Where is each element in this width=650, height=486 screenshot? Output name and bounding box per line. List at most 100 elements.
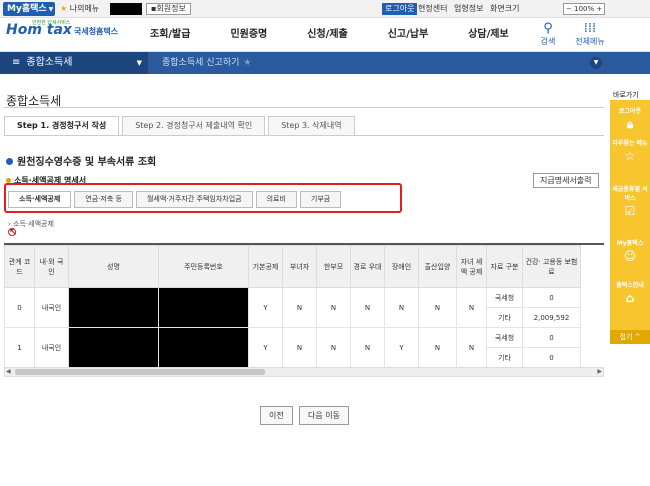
member-info-label: 회원정보 [156, 4, 186, 13]
gnb-item-consult[interactable]: 상담/제보 [468, 18, 508, 52]
section-title: 원천징수영수증 및 부속서류 조회 [6, 153, 156, 168]
table-row[interactable]: 1 내국인 Y N N N Y N N 국세청 0 [4, 327, 581, 368]
cell-elder: N [350, 287, 385, 328]
col-header: 한부모 [316, 245, 351, 288]
search-label: 검색 [540, 37, 556, 46]
gnb-item-inquiry[interactable]: 조회/발급 [150, 18, 190, 52]
table-row[interactable]: 0 내국인 Y N N N N N N 국세청 0 [4, 287, 581, 328]
cell-basic: Y [248, 327, 283, 368]
horizontal-scrollbar[interactable]: ◀ ▶ [4, 367, 604, 377]
user-icon: ☺ [623, 249, 637, 263]
scroll-left-icon[interactable]: ◀ [6, 368, 11, 375]
logo-sub-text: 국세청홈택스 [73, 27, 119, 36]
quick-panel-label: 바로가기 [613, 91, 639, 99]
cell-id-redacted [158, 287, 249, 328]
cell-id-redacted [158, 327, 249, 368]
breadcrumb: 종합소득세 신고하기 ★ [162, 52, 251, 74]
next-button[interactable]: 다음 이동 [299, 406, 349, 425]
cell-insurance: 0 [522, 287, 581, 308]
menu-dropdown[interactable]: ≡ 종합소득세 ▼ [0, 52, 148, 74]
chevron-up-icon: ^ [634, 333, 641, 341]
tab-step-3[interactable]: Step 3. 삭제내역 [268, 116, 355, 136]
member-info-button[interactable]: ▪회원정보 [146, 3, 191, 15]
col-header: 자녀 세액 공제 [456, 245, 487, 288]
util-link-1[interactable]: 현정센터 [418, 4, 447, 13]
subtab-rent-housing[interactable]: 월세액·거주자간 주택임차차입금 [135, 191, 253, 208]
print-statement-button[interactable]: 지급명세서출력 [533, 173, 599, 188]
redacted-username [110, 3, 142, 15]
quick-logout-label: 로그아웃 [618, 108, 642, 115]
cell-single-parent: N [316, 327, 351, 368]
gnb-item-application[interactable]: 신청/제출 [307, 18, 347, 52]
bullet-icon [6, 158, 13, 165]
title-divider [4, 107, 604, 108]
util-link-3[interactable]: 화면크기 [490, 4, 519, 13]
col-header: 관계 코드 [4, 245, 35, 288]
expand-circle-icon[interactable]: ▼ [590, 57, 602, 69]
cell-source: 국세청 [486, 287, 523, 308]
cell-child: N [456, 327, 487, 368]
cell-code: 1 [4, 327, 35, 368]
favorite-star-icon[interactable]: ★ [243, 58, 251, 68]
hometax-logo[interactable]: 안전한 납세서비스 Hom tax 국세청홈택스 [6, 20, 124, 48]
quick-guide-label: 홈택스안내 [616, 282, 644, 289]
steps-divider [4, 135, 604, 136]
deduction-table: 관계 코드 내·외 국인 성명 주민등록번호 기본공제 부녀자 한부모 경로 우… [4, 243, 604, 368]
subtab-medical[interactable]: 의료비 [255, 191, 297, 208]
all-menu-button[interactable]: ⁞⁞⁞ 전체메뉴 [570, 21, 610, 47]
table-header-row: 관계 코드 내·외 국인 성명 주민등록번호 기본공제 부녀자 한부모 경로 우… [4, 245, 581, 288]
quick-collapse-button[interactable]: 접기 ^ [610, 330, 650, 344]
grid-icon: ⁞⁞⁞ [583, 21, 597, 36]
scrollbar-thumb[interactable] [15, 369, 265, 375]
subtab-donation[interactable]: 기부금 [299, 191, 342, 208]
search-button[interactable]: ⚲ 검색 [528, 21, 568, 47]
my-hometax-button[interactable]: My홈택스 ▼ [3, 2, 55, 16]
quick-tax-services[interactable]: 세금종류별 서비스 ☑ [610, 184, 650, 218]
chevron-down-icon: ▼ [136, 59, 142, 67]
step-tabs: Step 1. 경정청구서 작성 Step 2. 경정청구서 제출내역 확인 S… [4, 116, 358, 136]
gnb-item-certificate[interactable]: 민원증명 [230, 18, 267, 52]
cell-source: 국세청 [486, 327, 523, 348]
global-nav: 조회/발급 민원증명 신청/제출 신고/납부 상담/제보 [150, 18, 549, 52]
zoom-control[interactable]: − 100% + [563, 3, 606, 15]
tab-step-1[interactable]: Step 1. 경정청구서 작성 [4, 116, 120, 136]
house-icon: ⌂ [625, 291, 635, 305]
cell-source: 기타 [486, 347, 523, 368]
scroll-right-icon[interactable]: ▶ [597, 368, 602, 375]
cell-disabled: Y [384, 327, 419, 368]
quick-favorites[interactable]: 자주찾는 메뉴 ☆ [610, 138, 650, 163]
quick-guide[interactable]: 홈택스안내 ⌂ [610, 280, 650, 305]
col-header: 출산입양 [418, 245, 457, 288]
col-header: 부녀자 [282, 245, 317, 288]
subtab-pension-savings[interactable]: 연금·저축 등 [74, 191, 133, 208]
subtab-income-deduction[interactable]: 소득·세액공제 [8, 191, 72, 208]
cell-name-redacted [68, 327, 159, 368]
my-menu-link[interactable]: ★ 나의메뉴 [60, 3, 99, 15]
cell-nationality: 내국인 [34, 287, 69, 328]
util-link-2[interactable]: 업형정보 [454, 4, 483, 13]
tab-step-2[interactable]: Step 2. 경정청구서 제출내역 확인 [122, 116, 266, 136]
site-header: 안전한 납세서비스 Hom tax 국세청홈택스 조회/발급 민원증명 신청/제출… [0, 18, 650, 52]
quick-logout[interactable]: 로그아웃 🔒︎ [610, 106, 650, 131]
cell-woman: N [282, 287, 317, 328]
zoom-out-icon[interactable]: − [566, 5, 572, 13]
gnb-item-filing[interactable]: 신고/납부 [388, 18, 428, 52]
my-hometax-label: My홈택스 [7, 4, 47, 14]
cell-source: 기타 [486, 307, 523, 328]
col-header: 주민등록번호 [158, 245, 249, 288]
cell-insurance: 0 [522, 347, 581, 368]
quick-my-hometax[interactable]: My홈택스 ☺ [610, 238, 650, 263]
zoom-in-icon[interactable]: + [596, 5, 602, 13]
caret-down-icon: ▼ [48, 6, 54, 13]
hamburger-icon: ≡ [12, 57, 21, 68]
col-header: 자료 구분 [486, 245, 523, 288]
col-header: 건강· 고용등 보험료 [522, 245, 581, 288]
col-header: 성명 [68, 245, 159, 288]
logout-button[interactable]: 로그아웃 [382, 3, 418, 15]
prev-button[interactable]: 이전 [260, 406, 293, 425]
quick-my-hometax-label: My홈택스 [616, 240, 644, 247]
quick-tax-services-label: 세금종류별 서비스 [612, 186, 648, 202]
star-outline-icon: ☆ [624, 149, 636, 163]
cell-nationality: 내국인 [34, 327, 69, 368]
menu-nav-bar: ≡ 종합소득세 ▼ 종합소득세 신고하기 ★ ▼ [0, 52, 650, 74]
